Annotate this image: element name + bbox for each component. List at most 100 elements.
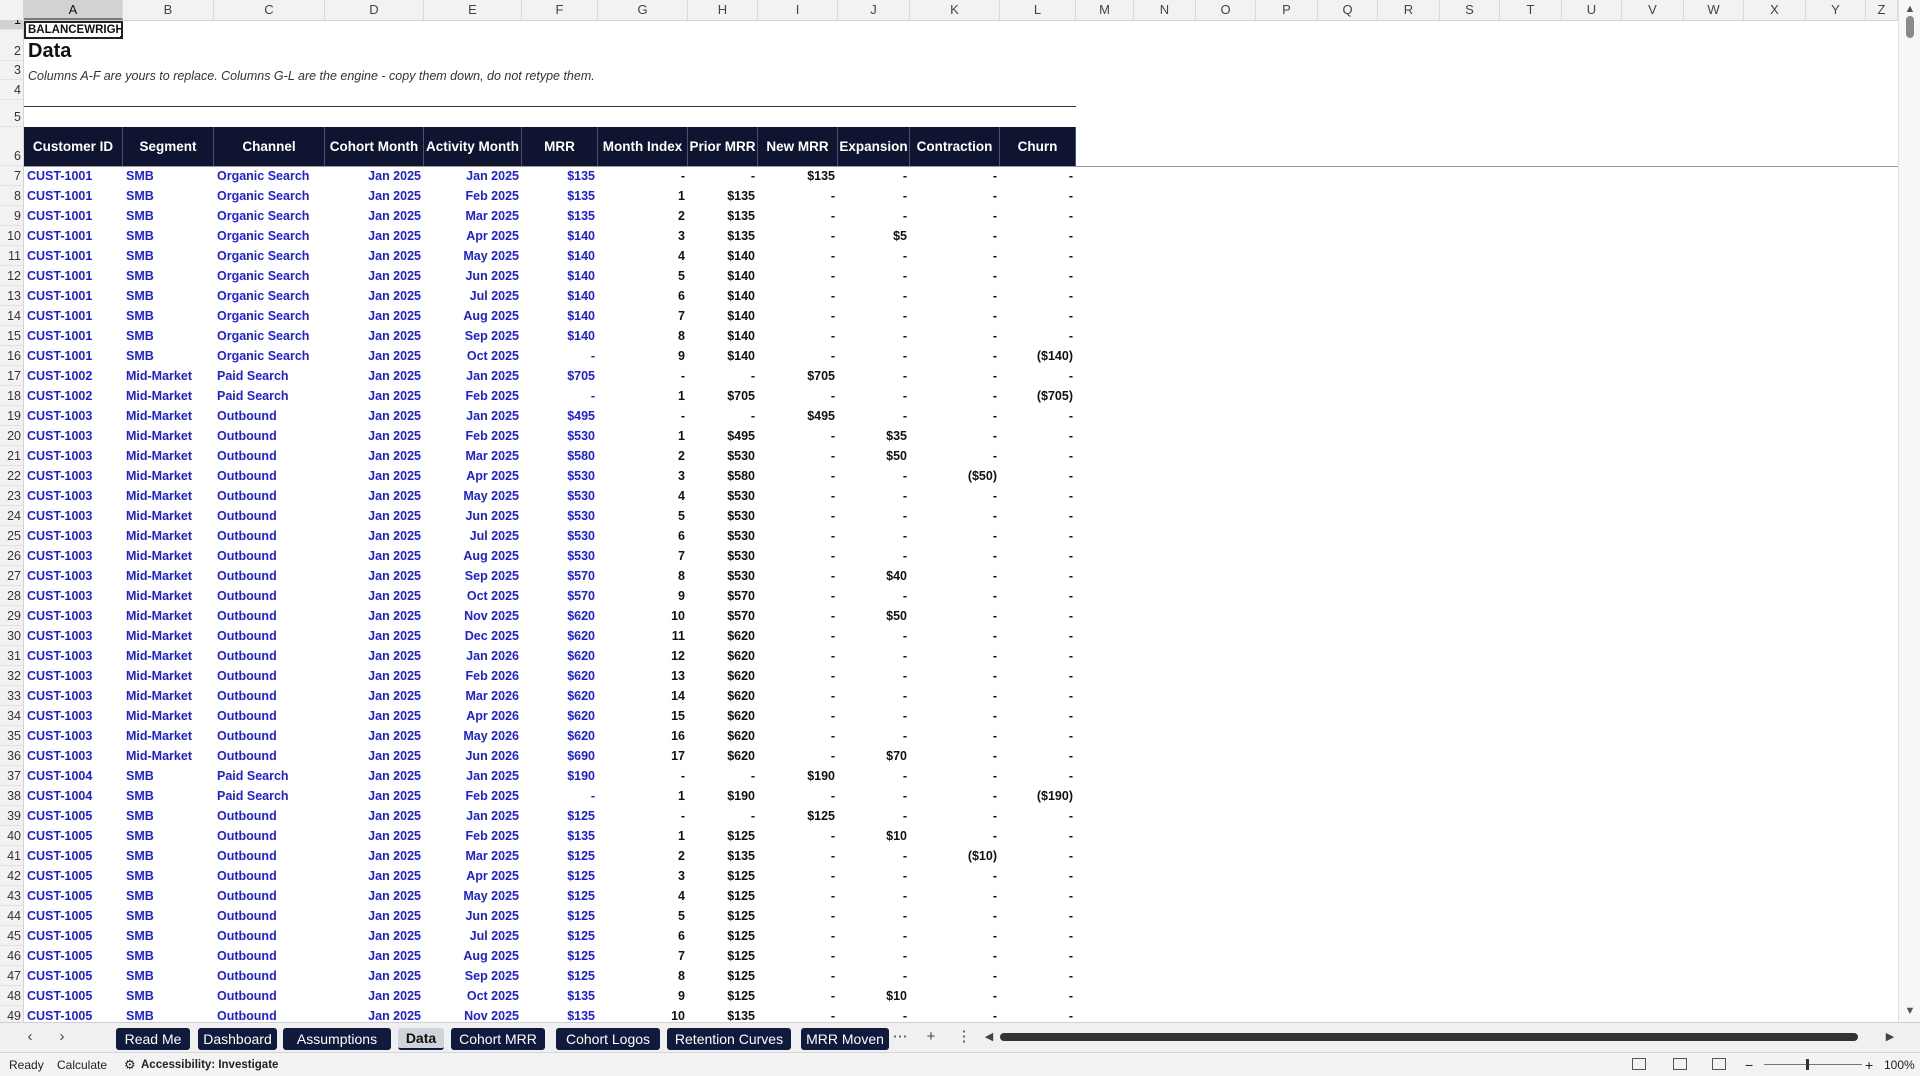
table-cell[interactable]: - [838, 646, 910, 666]
table-cell[interactable]: Mid-Market [123, 646, 214, 666]
table-cell[interactable]: CUST-1005 [24, 806, 123, 826]
table-cell[interactable]: $620 [688, 726, 758, 746]
table-cell[interactable]: Outbound [214, 426, 325, 446]
table-cell[interactable]: - [758, 266, 838, 286]
table-cell[interactable]: - [910, 526, 1000, 546]
table-cell[interactable]: - [1000, 606, 1076, 626]
table-cell[interactable]: Feb 2025 [424, 386, 522, 406]
column-header-g[interactable]: G [598, 0, 688, 20]
table-cell[interactable]: Mid-Market [123, 466, 214, 486]
table-cell[interactable]: Outbound [214, 526, 325, 546]
table-cell[interactable]: Mid-Market [123, 426, 214, 446]
table-cell[interactable]: - [838, 726, 910, 746]
table-cell[interactable]: $620 [688, 686, 758, 706]
table-cell[interactable]: - [910, 866, 1000, 886]
table-cell[interactable]: - [1000, 586, 1076, 606]
table-cell[interactable]: 9 [598, 346, 688, 366]
table-cell[interactable]: Jan 2025 [325, 166, 424, 186]
table-cell[interactable]: $135 [688, 1006, 758, 1022]
table-cell[interactable]: - [758, 246, 838, 266]
table-cell[interactable]: - [758, 226, 838, 246]
table-cell[interactable]: Jan 2025 [325, 186, 424, 206]
table-cell[interactable]: Mid-Market [123, 366, 214, 386]
table-cell[interactable]: - [688, 806, 758, 826]
table-cell[interactable]: - [758, 626, 838, 646]
table-cell[interactable]: 10 [598, 1006, 688, 1022]
table-cell[interactable]: Mid-Market [123, 526, 214, 546]
table-cell[interactable]: Aug 2025 [424, 546, 522, 566]
table-cell[interactable]: Jan 2025 [325, 786, 424, 806]
table-cell[interactable]: - [838, 206, 910, 226]
table-cell[interactable]: CUST-1003 [24, 406, 123, 426]
table-cell[interactable]: - [758, 446, 838, 466]
table-cell[interactable]: Outbound [214, 746, 325, 766]
row-header[interactable]: 7 [0, 166, 24, 186]
table-cell[interactable]: - [1000, 646, 1076, 666]
table-cell[interactable]: - [758, 306, 838, 326]
table-cell[interactable]: $620 [522, 646, 598, 666]
column-title-g[interactable]: Month Index [598, 127, 688, 166]
table-cell[interactable]: 4 [598, 486, 688, 506]
row-header[interactable]: 43 [0, 886, 24, 906]
table-cell[interactable]: Apr 2025 [424, 466, 522, 486]
column-title-f[interactable]: MRR [522, 127, 598, 166]
table-cell[interactable]: $50 [838, 606, 910, 626]
column-header-l[interactable]: L [1000, 0, 1076, 20]
table-cell[interactable]: - [910, 186, 1000, 206]
column-title-a[interactable]: Customer ID [24, 127, 123, 166]
table-cell[interactable]: - [1000, 806, 1076, 826]
table-cell[interactable]: CUST-1003 [24, 466, 123, 486]
table-cell[interactable]: $125 [688, 906, 758, 926]
table-cell[interactable]: - [838, 806, 910, 826]
table-cell[interactable]: - [522, 386, 598, 406]
table-cell[interactable]: $530 [522, 466, 598, 486]
table-cell[interactable]: $125 [522, 886, 598, 906]
table-cell[interactable]: - [910, 486, 1000, 506]
table-cell[interactable]: Jan 2025 [424, 766, 522, 786]
table-cell[interactable]: CUST-1003 [24, 546, 123, 566]
table-cell[interactable]: CUST-1004 [24, 766, 123, 786]
table-cell[interactable]: 2 [598, 846, 688, 866]
table-cell[interactable]: May 2025 [424, 246, 522, 266]
table-cell[interactable]: $135 [688, 846, 758, 866]
row-header[interactable]: 2 [0, 30, 24, 61]
table-cell[interactable]: Feb 2025 [424, 786, 522, 806]
table-cell[interactable]: - [758, 586, 838, 606]
table-cell[interactable]: Outbound [214, 726, 325, 746]
table-cell[interactable]: - [1000, 866, 1076, 886]
table-cell[interactable]: - [838, 286, 910, 306]
table-cell[interactable]: Feb 2025 [424, 426, 522, 446]
table-cell[interactable]: Mid-Market [123, 606, 214, 626]
table-cell[interactable]: SMB [123, 826, 214, 846]
table-cell[interactable]: Outbound [214, 906, 325, 926]
table-cell[interactable]: CUST-1001 [24, 346, 123, 366]
row-header[interactable]: 27 [0, 566, 24, 586]
table-cell[interactable]: - [838, 506, 910, 526]
table-cell[interactable]: - [910, 346, 1000, 366]
table-cell[interactable]: SMB [123, 186, 214, 206]
row-header[interactable]: 29 [0, 606, 24, 626]
table-cell[interactable]: Oct 2025 [424, 986, 522, 1006]
table-cell[interactable]: - [1000, 486, 1076, 506]
table-cell[interactable]: $495 [522, 406, 598, 426]
table-cell[interactable]: CUST-1005 [24, 886, 123, 906]
table-cell[interactable]: CUST-1002 [24, 366, 123, 386]
table-cell[interactable]: SMB [123, 346, 214, 366]
table-cell[interactable]: - [910, 706, 1000, 726]
table-cell[interactable]: - [1000, 506, 1076, 526]
table-cell[interactable]: - [838, 1006, 910, 1022]
table-cell[interactable]: Paid Search [214, 366, 325, 386]
table-cell[interactable]: SMB [123, 846, 214, 866]
table-cell[interactable]: $705 [688, 386, 758, 406]
table-cell[interactable]: - [758, 666, 838, 686]
table-cell[interactable]: 9 [598, 986, 688, 1006]
table-cell[interactable]: CUST-1001 [24, 206, 123, 226]
table-cell[interactable]: Mar 2026 [424, 686, 522, 706]
row-header[interactable]: 46 [0, 946, 24, 966]
table-cell[interactable]: Jan 2025 [325, 646, 424, 666]
table-cell[interactable]: SMB [123, 866, 214, 886]
table-cell[interactable]: - [838, 966, 910, 986]
table-cell[interactable]: Jan 2025 [325, 426, 424, 446]
table-cell[interactable]: - [758, 706, 838, 726]
table-cell[interactable]: $620 [688, 646, 758, 666]
